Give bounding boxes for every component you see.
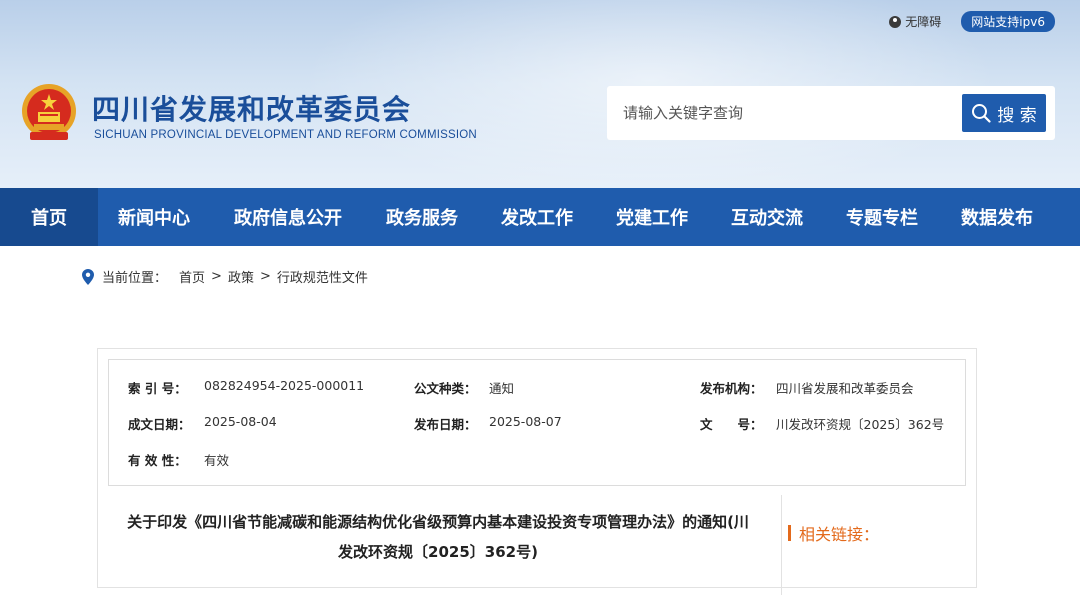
search-button[interactable]: 搜 索 [962,94,1046,132]
search-input[interactable] [623,100,953,126]
document-meta-table: 索 引 号： 082824954-2025-000011 公文种类： 通知 发布… [108,359,966,486]
doc-number-label: 文 号： [700,417,763,432]
written-date-value: 2025-08-04 [204,414,277,429]
search-icon [972,104,991,123]
search-button-label: 搜 索 [997,105,1037,126]
meta-row: 索 引 号： 082824954-2025-000011 公文种类： 通知 发布… [109,378,965,398]
nav-item-gov-info[interactable]: 政府信息公开 [210,188,366,246]
breadcrumb-prefix: 当前位置： [102,271,168,286]
index-label: 索 引 号： [128,381,187,396]
org-label: 发布机构： [700,381,763,396]
article-title-line: 发改环资规〔2025〕362号) [338,543,538,561]
nav-item-reform-work[interactable]: 发改工作 [478,188,596,246]
location-pin-icon [82,268,94,285]
breadcrumb-policy[interactable]: 政策 [228,267,254,286]
accessibility-icon [889,15,902,28]
nav-item-party[interactable]: 党建工作 [596,188,708,246]
search-box: 搜 索 [607,86,1055,140]
publish-date-value: 2025-08-07 [489,414,562,429]
accessibility-link[interactable]: 无障碍 [889,13,941,30]
main-nav: 首页 新闻中心 政府信息公开 政务服务 发改工作 党建工作 互动交流 专题专栏 … [0,188,1080,246]
type-label: 公文种类： [414,381,477,396]
site-subtitle: SICHUAN PROVINCIAL DEVELOPMENT AND REFOR… [94,129,477,141]
article-title: 关于印发《四川省节能减碳和能源结构优化省级预算内基本建设投资专项管理办法》的通知… [108,507,768,567]
top-utility-bar: 无障碍 网站支持ipv6 [889,11,1055,32]
nav-item-news[interactable]: 新闻中心 [98,188,210,246]
type-value: 通知 [489,381,515,396]
accessibility-label: 无障碍 [905,15,942,29]
ipv6-badge[interactable]: 网站支持ipv6 [961,11,1055,32]
site-title: 四川省发展和改革委员会 [92,93,412,126]
validity-label: 有 效 性： [128,453,187,468]
nav-item-services[interactable]: 政务服务 [366,188,478,246]
nav-item-data[interactable]: 数据发布 [938,188,1056,246]
nav-item-topics[interactable]: 专题专栏 [826,188,938,246]
article-title-line: 关于印发《四川省节能减碳和能源结构优化省级预算内基本建设投资专项管理办法》的通知… [127,513,749,531]
breadcrumb-home[interactable]: 首页 [179,267,205,286]
breadcrumb-separator: > [259,269,271,284]
written-date-label: 成文日期： [128,417,191,432]
accent-bar [788,525,791,541]
org-value: 四川省发展和改革委员会 [776,381,914,396]
validity-value: 有效 [204,453,230,468]
meta-row: 有 效 性： 有效 [109,450,965,470]
breadcrumb-separator: > [211,269,222,284]
breadcrumb-current[interactable]: 行政规范性文件 [277,267,368,286]
nav-item-interaction[interactable]: 互动交流 [708,188,826,246]
doc-number-value: 川发改环资规〔2025〕362号 [776,417,945,432]
related-links-header: 相关链接： [788,521,879,545]
national-emblem-icon [22,84,76,140]
breadcrumb: 当前位置： 首页 > 政策 > 行政规范性文件 [82,267,368,286]
column-divider [781,495,782,595]
nav-item-home[interactable]: 首页 [0,188,98,246]
publish-date-label: 发布日期： [414,417,477,432]
article-container: 索 引 号： 082824954-2025-000011 公文种类： 通知 发布… [97,348,977,595]
site-header: 无障碍 网站支持ipv6 四川省发展和改革委员会 SICHUAN PROVINC… [0,0,1080,188]
meta-row: 成文日期： 2025-08-04 发布日期： 2025-08-07 文 号： 川… [109,414,965,434]
related-links-label: 相关链接： [799,525,880,544]
index-value: 082824954-2025-000011 [204,378,365,393]
